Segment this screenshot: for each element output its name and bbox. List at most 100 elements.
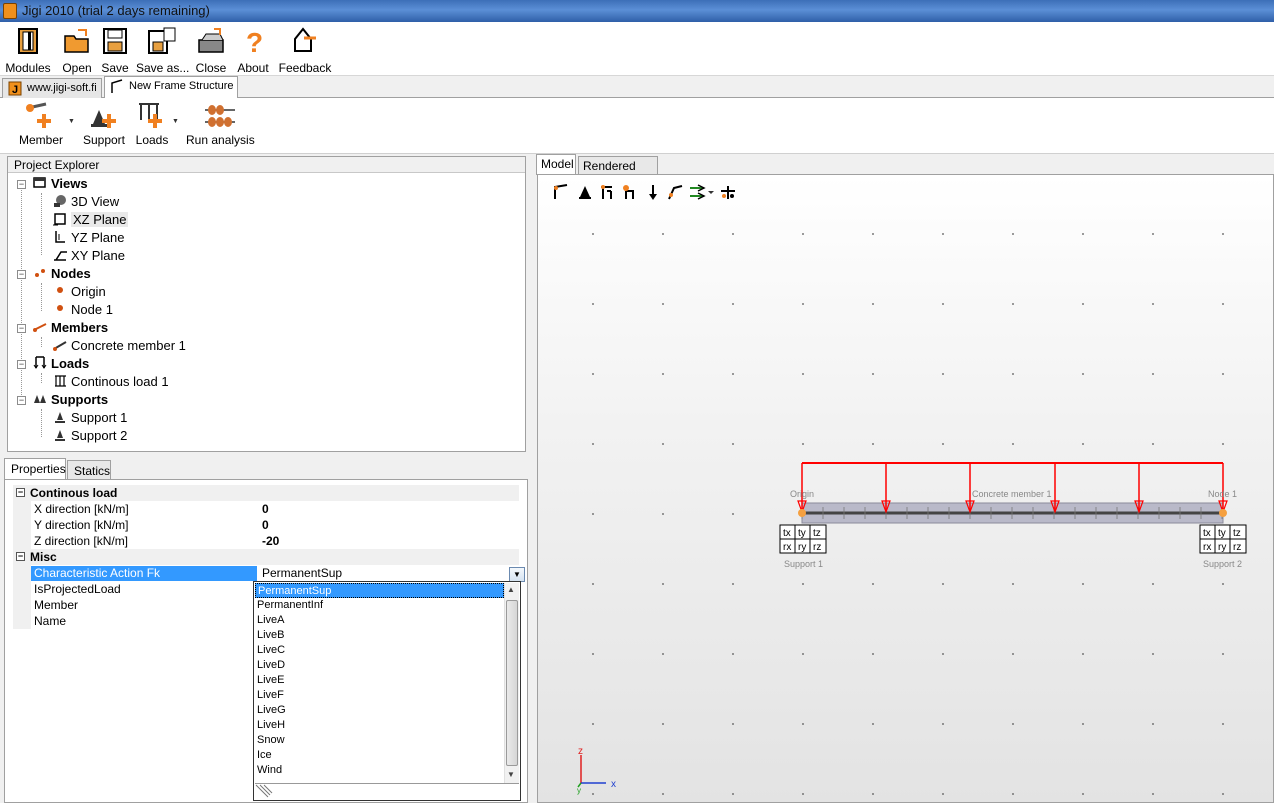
member-button[interactable]: Member: [14, 102, 68, 150]
tab-properties[interactable]: Properties: [4, 458, 66, 481]
grid-dot: [592, 513, 594, 515]
feedback-button[interactable]: Feedback: [278, 24, 332, 75]
run-analysis-icon: [205, 105, 235, 127]
dropdown-option[interactable]: PermanentSup: [255, 583, 504, 598]
dropdown-option[interactable]: LiveE: [255, 673, 504, 688]
scroll-down-icon[interactable]: ▼: [507, 770, 515, 779]
supports-collapse-toggle[interactable]: −: [17, 396, 26, 405]
prop-characteristic-action[interactable]: Characteristic Action Fk PermanentSup: [13, 565, 519, 581]
loads-collapse-toggle[interactable]: −: [17, 360, 26, 369]
loads-button[interactable]: Loads: [134, 102, 170, 150]
support-1-dof[interactable]: tx ty tz rx ry rz: [779, 524, 827, 554]
add-member-tool-icon[interactable]: [552, 183, 570, 201]
label-node-1: Node 1: [1208, 489, 1237, 499]
dropdown-option[interactable]: LiveB: [255, 628, 504, 643]
tree-views[interactable]: Views: [32, 176, 88, 194]
dropdown-option[interactable]: Ice: [255, 748, 504, 763]
grid-dot: [662, 233, 664, 235]
node-origin[interactable]: [798, 509, 806, 517]
grid-dot: [732, 233, 734, 235]
dropdown-scrollbar[interactable]: ▲ ▼: [504, 583, 519, 783]
grid-dot: [592, 653, 594, 655]
tree-item-support-2[interactable]: Support 2: [52, 428, 127, 446]
model-canvas[interactable]: Origin Node 1 Concrete member 1 tx ty tz…: [538, 175, 1273, 802]
node-icon: [57, 305, 63, 311]
loads-dropdown-arrow[interactable]: ▼: [172, 118, 179, 125]
save-as-button[interactable]: Save as...: [136, 24, 189, 75]
point-load-tool-icon[interactable]: [644, 183, 662, 201]
tab-model[interactable]: Model: [536, 154, 576, 175]
grid-dot: [1012, 653, 1014, 655]
support-icon: [55, 430, 65, 441]
support-2-dof[interactable]: tx ty tz rx ry rz: [1199, 524, 1247, 554]
grid-dot: [872, 583, 874, 585]
add-node-tool-icon[interactable]: [621, 183, 639, 201]
prop-z-direction[interactable]: Z direction [kN/m] -20: [13, 533, 519, 549]
tree-item-yz-plane[interactable]: YZ Plane: [52, 230, 124, 248]
tree-supports[interactable]: Supports: [32, 392, 108, 410]
node-1[interactable]: [1219, 509, 1227, 517]
tree-item-concrete-member-1[interactable]: Concrete member 1: [52, 338, 186, 356]
tree-item-3d-view[interactable]: 3D View: [52, 194, 119, 212]
distributed-load-tool-icon[interactable]: [688, 183, 716, 201]
save-button[interactable]: Save: [100, 24, 130, 75]
combo-dropdown-button[interactable]: ▼: [509, 567, 525, 582]
tree-item-xy-plane[interactable]: XY Plane: [52, 248, 125, 266]
dropdown-option[interactable]: PermanentInf: [255, 598, 504, 613]
tree-loads[interactable]: Loads: [32, 356, 89, 374]
about-button[interactable]: ? About: [234, 24, 272, 75]
load-arrow: [1050, 463, 1060, 514]
prop-x-direction[interactable]: X direction [kN/m] 0: [13, 501, 519, 517]
run-analysis-button[interactable]: Run analysis: [186, 102, 255, 150]
analysis-tool-icon[interactable]: [719, 183, 737, 201]
tab-new-frame-structure[interactable]: New Frame Structure: [104, 76, 238, 99]
tab-website[interactable]: J www.jigi-soft.fi: [2, 78, 102, 98]
grid-dot: [732, 303, 734, 305]
prop-y-direction[interactable]: Y direction [kN/m] 0: [13, 517, 519, 533]
dropdown-option[interactable]: LiveF: [255, 688, 504, 703]
characteristic-action-dropdown[interactable]: PermanentSup PermanentInf LiveA LiveB Li…: [253, 581, 521, 801]
tab-rendered-view[interactable]: Rendered view: [578, 156, 658, 187]
collapse-toggle[interactable]: −: [16, 552, 25, 561]
modules-button[interactable]: Modules: [4, 24, 52, 75]
dropdown-option[interactable]: LiveC: [255, 643, 504, 658]
dropdown-option[interactable]: LiveA: [255, 613, 504, 628]
scroll-up-icon[interactable]: ▲: [507, 585, 515, 594]
scrollbar-thumb[interactable]: [506, 600, 518, 766]
open-button[interactable]: Open: [58, 24, 96, 75]
grid-dot: [592, 583, 594, 585]
dropdown-option[interactable]: LiveG: [255, 703, 504, 718]
grid-dot: [942, 443, 944, 445]
grid-dot: [802, 583, 804, 585]
tree-item-xz-plane[interactable]: XZ Plane: [52, 212, 129, 230]
close-button[interactable]: Close: [194, 24, 228, 75]
model-viewport[interactable]: Origin Node 1 Concrete member 1 tx ty tz…: [537, 174, 1274, 803]
members-collapse-toggle[interactable]: −: [17, 324, 26, 333]
support-button[interactable]: Support: [80, 102, 128, 150]
member-dropdown-arrow[interactable]: ▼: [68, 118, 75, 125]
tab-statics[interactable]: Statics: [67, 460, 111, 480]
moment-tool-icon[interactable]: [666, 183, 684, 201]
add-support-tool-icon[interactable]: [576, 183, 594, 201]
tree-item-support-1[interactable]: Support 1: [52, 410, 127, 428]
tree-item-continous-load-1[interactable]: Continous load 1: [52, 374, 169, 392]
nodes-collapse-toggle[interactable]: −: [17, 270, 26, 279]
dropdown-option[interactable]: LiveH: [255, 718, 504, 733]
dropdown-option[interactable]: LiveD: [255, 658, 504, 673]
dropdown-option[interactable]: Wind: [255, 763, 504, 778]
tree-nodes[interactable]: Nodes: [32, 266, 91, 284]
category-continous-load[interactable]: − Continous load: [13, 485, 519, 501]
panel-splitter[interactable]: [529, 154, 535, 803]
resize-grip[interactable]: [255, 783, 519, 799]
category-misc[interactable]: − Misc: [13, 549, 519, 565]
tree-item-origin[interactable]: Origin: [52, 284, 106, 302]
tree-item-node-1[interactable]: Node 1: [52, 302, 113, 320]
grid-dot: [1222, 793, 1224, 795]
add-hinge-tool-icon[interactable]: [598, 183, 616, 201]
dropdown-option[interactable]: Snow: [255, 733, 504, 748]
views-collapse-toggle[interactable]: −: [17, 180, 26, 189]
continuous-load-icon: [55, 375, 66, 387]
grid-dot: [592, 793, 594, 795]
tree-members[interactable]: Members: [32, 320, 108, 338]
collapse-toggle[interactable]: −: [16, 488, 25, 497]
